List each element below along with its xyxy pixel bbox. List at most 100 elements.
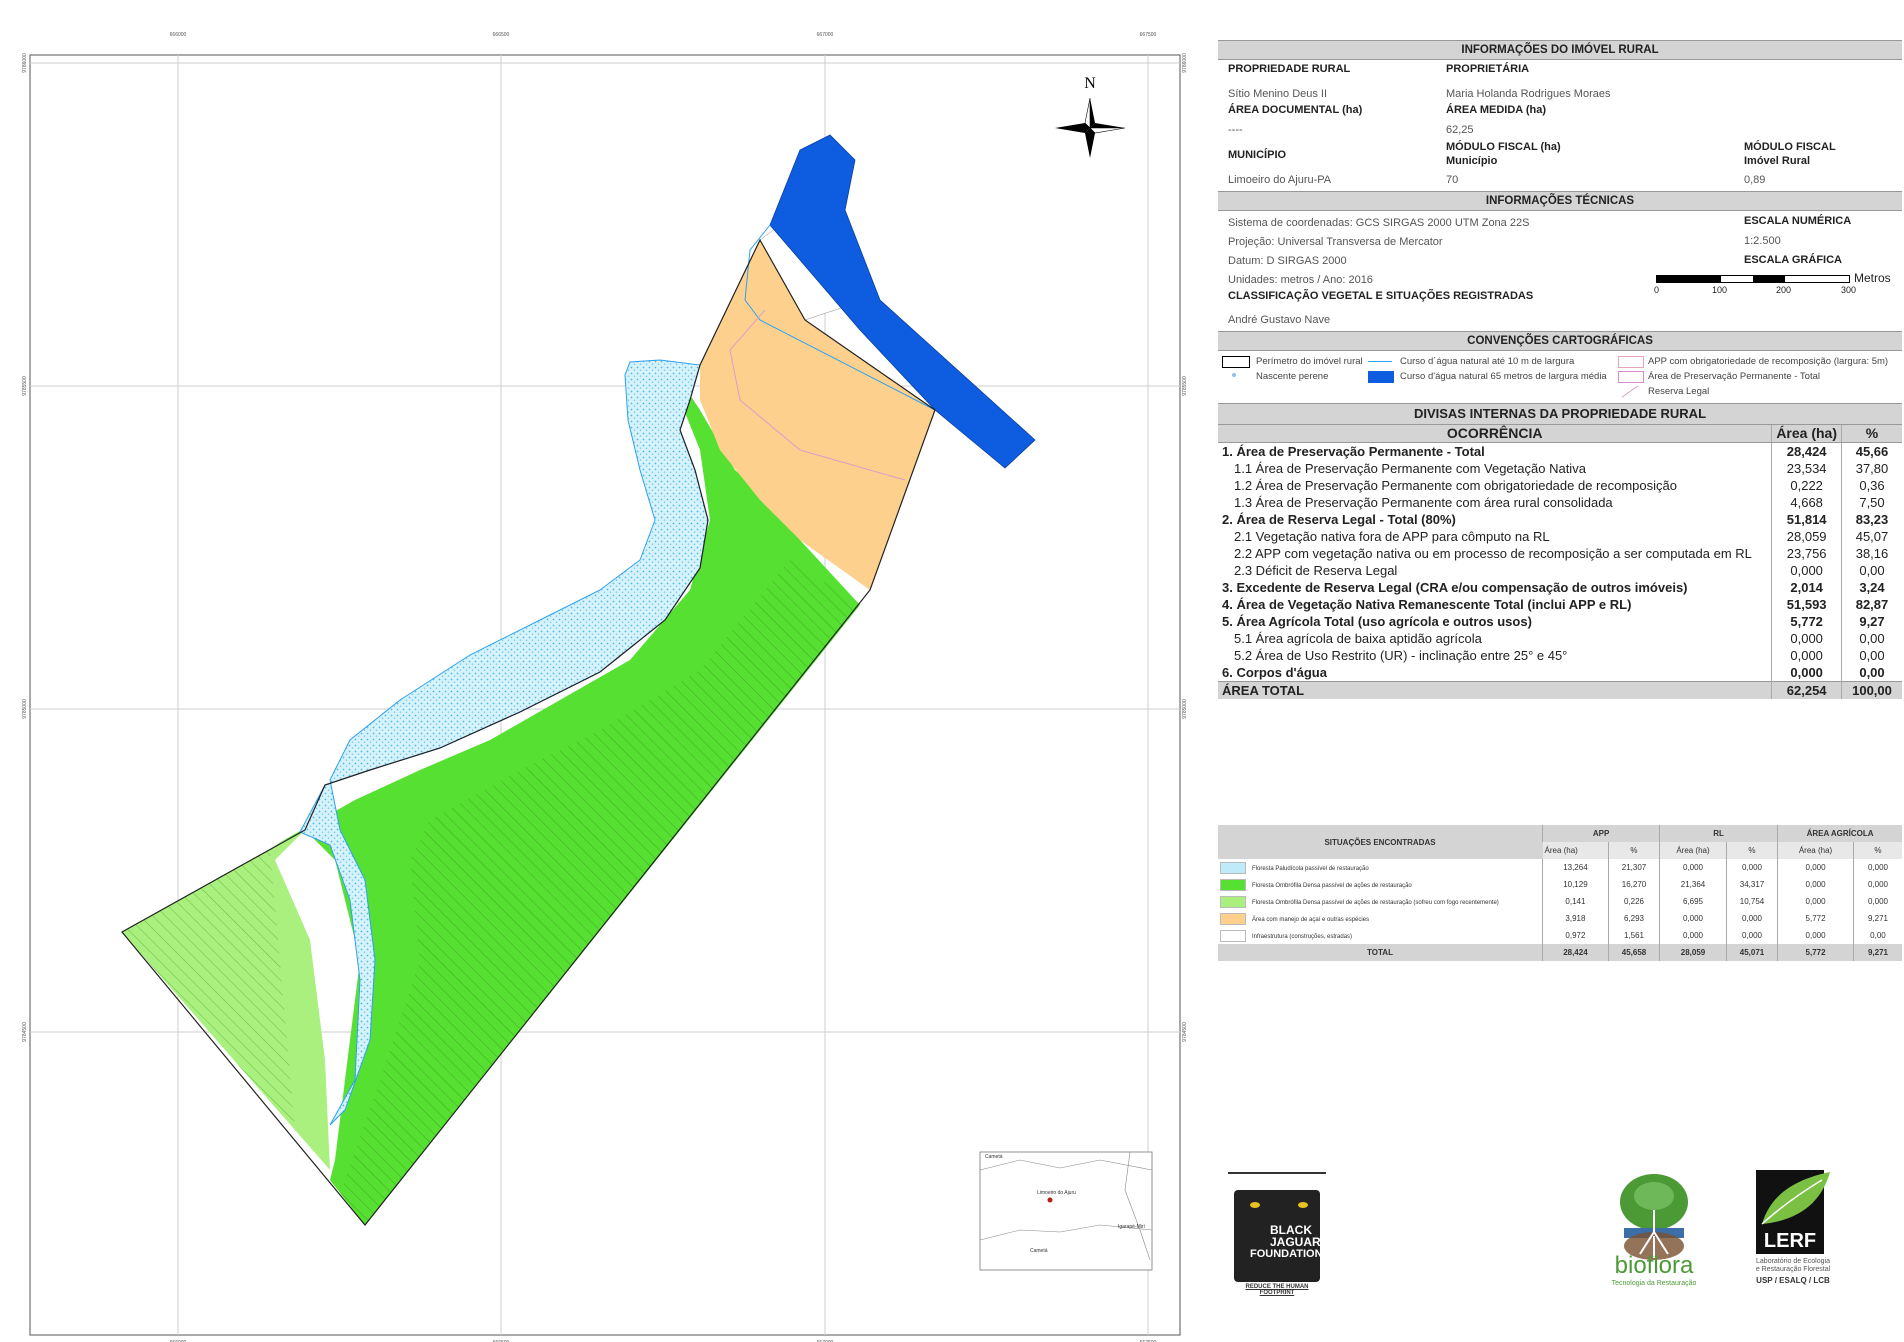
area-cell: 0,000 (1771, 562, 1842, 579)
convencoes-title: CONVENÇÕES CARTOGRÁFICAS (1218, 331, 1902, 351)
situacao-value: 0,000 (1777, 876, 1854, 893)
sit-total-cell: 5,772 (1777, 944, 1854, 961)
scale-bar (1656, 275, 1850, 283)
sub-header: % (1725, 842, 1778, 859)
legend-stream: Curso d´água natural até 10 m de largura (1400, 356, 1575, 367)
right-tick-4: 9784500 (1182, 1022, 1188, 1042)
table-row: 2.1 Vegetação nativa fora de APP para cô… (1234, 529, 1550, 544)
pct-cell: 82,87 (1841, 596, 1902, 613)
lerf-line2: e Restauração Florestal (1755, 1266, 1831, 1273)
unidades-text: Unidades: metros / Ano: 2016 (1228, 274, 1373, 286)
pct-cell: 45,66 (1841, 442, 1902, 460)
area-cell: 0,222 (1771, 477, 1842, 494)
spring-icon (1232, 373, 1236, 377)
area-cell: 4,668 (1771, 494, 1842, 511)
area-medida-label: ÁREA MEDIDA (ha) (1446, 104, 1547, 116)
scale-unit: Metros (1854, 271, 1891, 285)
legend-reserva-legal: Reserva Legal (1648, 386, 1710, 397)
area-cell: 51,814 (1771, 511, 1842, 528)
situacao-value: 0,00 (1852, 927, 1902, 944)
situacao-value: 0,000 (1659, 859, 1727, 876)
left-tick-1: 9786000 (22, 53, 28, 73)
pct-cell: 7,50 (1841, 494, 1902, 511)
legend-spring: Nascente perene (1256, 371, 1329, 382)
municipio-label: MUNICÍPIO (1228, 149, 1287, 161)
right-tick-2: 9785500 (1182, 376, 1188, 396)
area-doc-value: ---- (1228, 124, 1243, 136)
sit-total-label: TOTAL (1218, 944, 1543, 961)
classificacao-label: CLASSIFICAÇÃO VEGETAL E SITUAÇÕES REGIST… (1228, 290, 1534, 302)
situacao-value: 6,293 (1607, 910, 1660, 927)
area-cell: 0,000 (1771, 664, 1842, 682)
sub-header: Área (ha) (1542, 842, 1609, 859)
situacao-value: 0,972 (1542, 927, 1609, 944)
inset-label-cameta-north: Cametá (985, 1154, 1003, 1160)
sit-total-cell: 9,271 (1852, 944, 1902, 961)
group-app: APP (1541, 825, 1660, 842)
modulo-imovel-label2: Imóvel Rural (1744, 155, 1811, 167)
pct-cell: 83,23 (1841, 511, 1902, 528)
col-pct: % (1841, 425, 1902, 443)
area-cell: 5,772 (1771, 613, 1842, 630)
group-rl: RL (1659, 825, 1778, 842)
area-cell: 23,534 (1771, 460, 1842, 477)
situacao-label: Floresta Ombrófila Densa passível de açõ… (1218, 876, 1543, 893)
property-map: 666000 666500 667000 667500 666000 66650… (22, 32, 1188, 1342)
situacao-row: Floresta Ombrófila Densa passível de açõ… (1218, 876, 1902, 893)
situacao-value: 0,000 (1852, 876, 1902, 893)
col-ocorrencia: OCORRÊNCIA (1218, 425, 1772, 443)
situacao-value: 21,364 (1659, 876, 1727, 893)
total-area: 62,254 (1771, 681, 1842, 699)
situacao-value: 0,000 (1725, 927, 1778, 944)
situacao-label-text: Área com manejo de açaí e outras espécie… (1252, 916, 1370, 923)
pct-cell: 37,80 (1841, 460, 1902, 477)
tree-icon (1620, 1174, 1688, 1260)
pct-cell: 0,00 (1841, 647, 1902, 664)
situacao-value: 0,000 (1659, 927, 1727, 944)
municipio-value: Limoeiro do Ajuru-PA (1228, 174, 1332, 186)
scale-tick-200: 200 (1776, 285, 1792, 295)
area-cell: 51,593 (1771, 596, 1842, 613)
pct-cell: 0,00 (1841, 630, 1902, 647)
bioflora-logo: bioflora Tecnologia da Restauração (1604, 1170, 1704, 1292)
rl-swatch (1621, 385, 1639, 398)
escala-num-label: ESCALA NUMÉRICA (1744, 215, 1852, 227)
situacao-swatch (1220, 929, 1246, 942)
area-cell: 2,014 (1771, 579, 1842, 596)
proprietaria-label: PROPRIETÁRIA (1446, 63, 1530, 75)
modulo-mun-value: 70 (1446, 174, 1459, 186)
info-panel: INFORMAÇÕES DO IMÓVEL RURAL PROPRIEDADE … (1218, 40, 1902, 961)
legend-app-total: Área de Preservação Permanente - Total (1648, 371, 1820, 382)
scale-tick-100: 100 (1712, 285, 1728, 295)
lerf-line3: USP / ESALQ / LCB (1756, 1276, 1830, 1285)
projecao-text: Projeção: Universal Transversa de Mercat… (1228, 236, 1443, 248)
table-row: 2.2 APP com vegetação nativa ou em proce… (1234, 546, 1752, 561)
bjf-line3: FOUNDATION (1250, 1248, 1323, 1260)
area-cell: 0,000 (1771, 647, 1842, 664)
sit-total-cell: 28,059 (1659, 944, 1727, 961)
sub-header: % (1607, 842, 1660, 859)
situacao-row: Infraestrutura (construções, estradas) 0,… (1218, 927, 1902, 944)
situacao-row: Área com manejo de açaí e outras espécie… (1218, 910, 1902, 927)
leaf-icon (1761, 1172, 1830, 1225)
situacao-value: 16,270 (1607, 876, 1660, 893)
pct-cell: 0,00 (1841, 562, 1902, 579)
situacao-swatch (1220, 912, 1246, 925)
situacao-swatch (1220, 861, 1246, 874)
left-tick-3: 9785000 (22, 699, 28, 719)
situacao-value: 0,000 (1777, 893, 1854, 910)
situacao-value: 0,000 (1777, 927, 1854, 944)
situacao-value: 0,000 (1725, 910, 1778, 927)
table-row: 1. Área de Preservação Permanente - Tota… (1222, 444, 1485, 459)
legend-river: Curso d'água natural 65 metros de largur… (1400, 371, 1607, 382)
modulo-mun-label1: MÓDULO FISCAL (ha) (1446, 141, 1561, 153)
pct-cell: 9,27 (1841, 613, 1902, 630)
situacao-swatch (1220, 895, 1246, 908)
sit-total-cell: 28,424 (1542, 944, 1609, 961)
sub-header: Área (ha) (1659, 842, 1727, 859)
datum-text: Datum: D SIRGAS 2000 (1228, 255, 1347, 267)
pct-cell: 38,16 (1841, 545, 1902, 562)
total-pct: 100,00 (1841, 681, 1902, 699)
modulo-imovel-label1: MÓDULO FISCAL (1744, 141, 1836, 153)
situacao-value: 0,141 (1542, 893, 1609, 910)
